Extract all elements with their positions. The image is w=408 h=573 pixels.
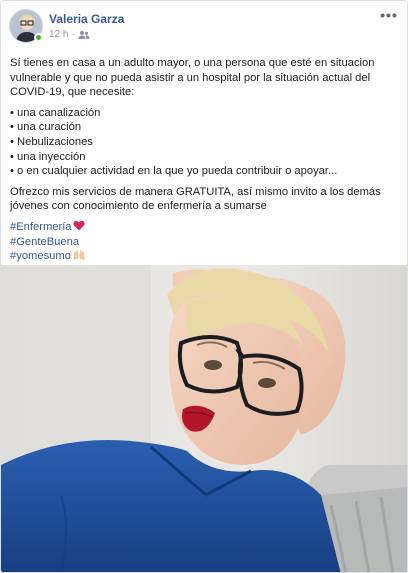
needs-list: • una canalización • una curación • Nebu… [10,106,402,179]
post-offer: Ofrezco mis servicios de manera GRATUITA… [10,185,381,213]
list-item: • una inyección [10,150,86,163]
more-options-button[interactable]: ••• [379,8,399,25]
nurse-photo [1,265,407,572]
author-name[interactable]: Valeria Garza [49,12,124,26]
post-intro: Sí tienes en casa a un adulto mayor, o u… [10,57,375,99]
list-item: • una canalización [10,106,101,119]
raised-hands-icon [73,249,85,260]
post-time[interactable]: 12 h [49,29,68,40]
hashtag-text[interactable]: #GenteBuena [10,236,79,248]
hashtag-text[interactable]: #Enfermería [10,221,72,233]
list-item: • o en cualquier actividad en la que yo … [10,165,338,178]
hashtag-yomesumo[interactable]: #yomesumo [10,249,402,264]
hashtag-text[interactable]: #yomesumo [10,250,71,262]
meta-separator: · [71,29,75,40]
online-status-dot [34,33,43,42]
hashtag-gentebuena[interactable]: #GenteBuena [10,235,402,250]
red-heart-icon [72,220,85,231]
post-photo[interactable] [1,265,407,572]
post-header: Valeria Garza 12 h · ••• [9,8,399,45]
list-item: • una curación [10,121,82,134]
list-item: • Nebulizaciones [10,135,93,148]
facebook-post: Valeria Garza 12 h · ••• Sí tienes en ca… [0,0,408,573]
friends-icon[interactable] [78,30,90,40]
post-text: Sí tienes en casa a un adulto mayor, o u… [10,56,402,264]
hashtag-enfermeria[interactable]: #Enfermería [10,220,402,235]
avatar[interactable] [9,9,43,43]
post-meta: 12 h · [49,29,90,40]
